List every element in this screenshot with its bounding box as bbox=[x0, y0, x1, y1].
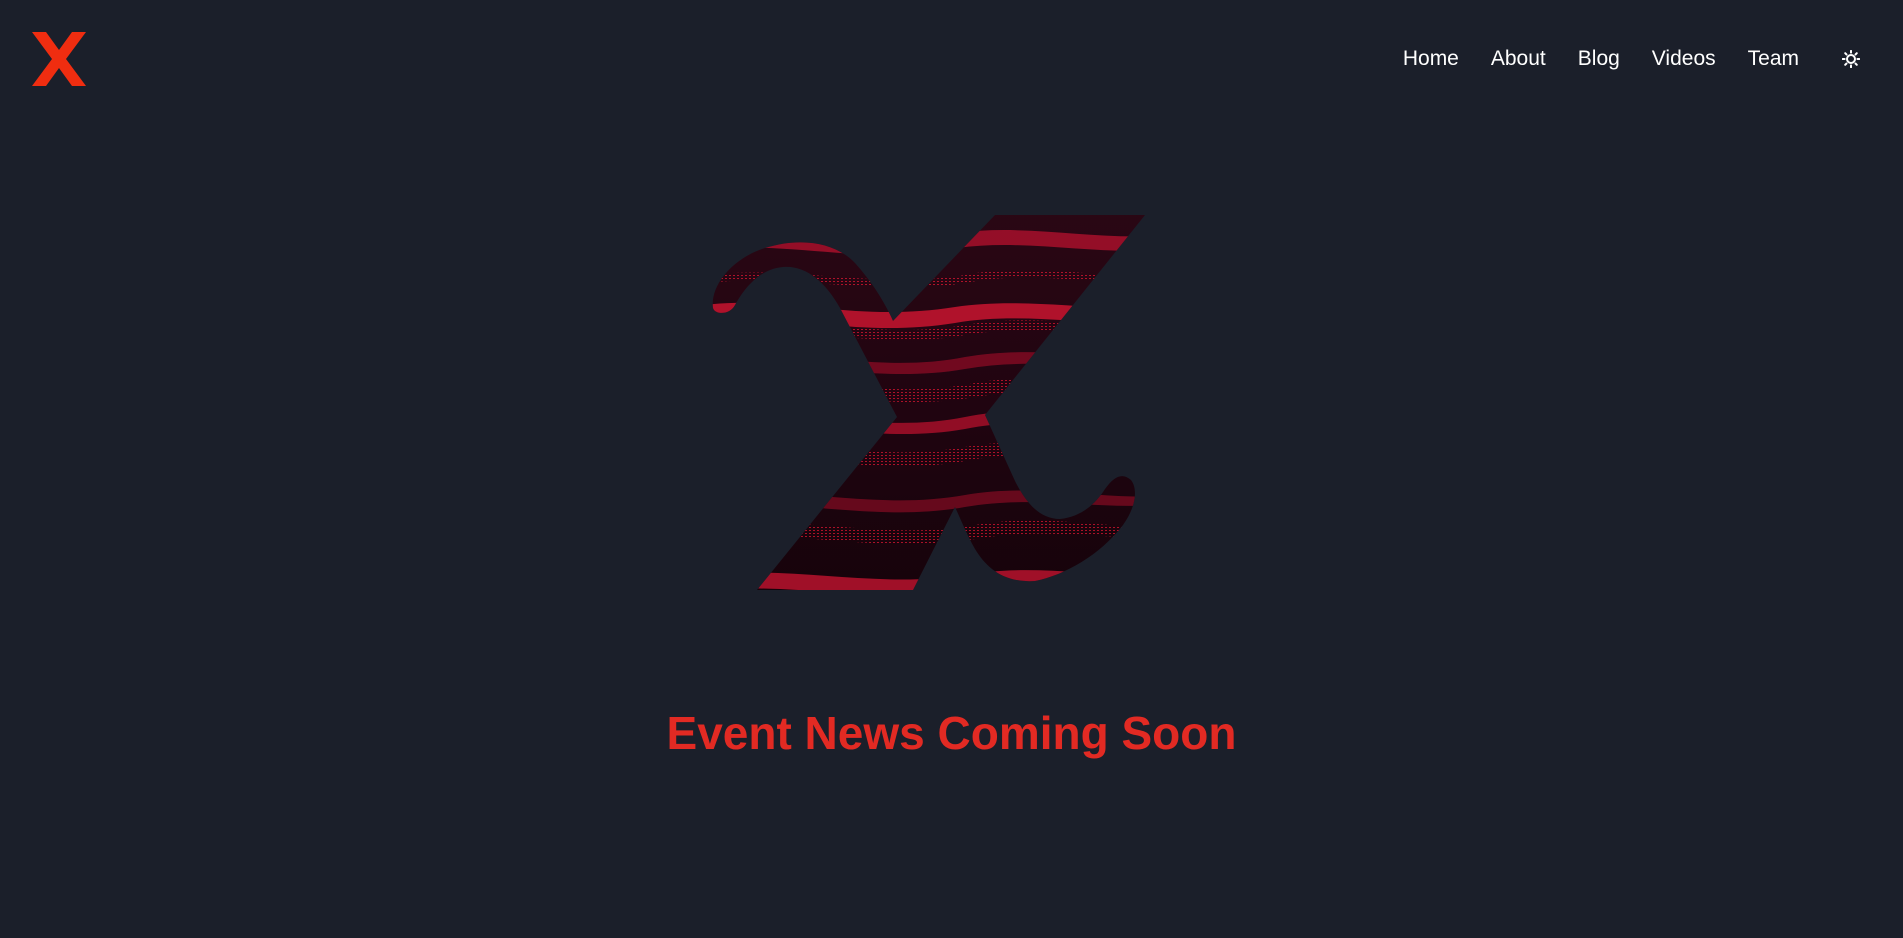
nav-videos[interactable]: Videos bbox=[1652, 43, 1716, 75]
page-headline: Event News Coming Soon bbox=[666, 707, 1237, 759]
sun-icon bbox=[1842, 50, 1860, 68]
x-wave-graphic bbox=[712, 215, 1145, 590]
nav-home[interactable]: Home bbox=[1403, 43, 1459, 75]
main-nav: Home About Blog Videos Team bbox=[1403, 43, 1903, 75]
site-header: Home About Blog Videos Team bbox=[0, 0, 1903, 118]
nav-team[interactable]: Team bbox=[1748, 43, 1799, 75]
x-logo-icon bbox=[32, 32, 86, 86]
nav-about[interactable]: About bbox=[1491, 43, 1546, 75]
theme-toggle-button[interactable] bbox=[1841, 49, 1861, 69]
nav-blog[interactable]: Blog bbox=[1578, 43, 1620, 75]
page: Home About Blog Videos Team Event News C… bbox=[0, 0, 1903, 938]
